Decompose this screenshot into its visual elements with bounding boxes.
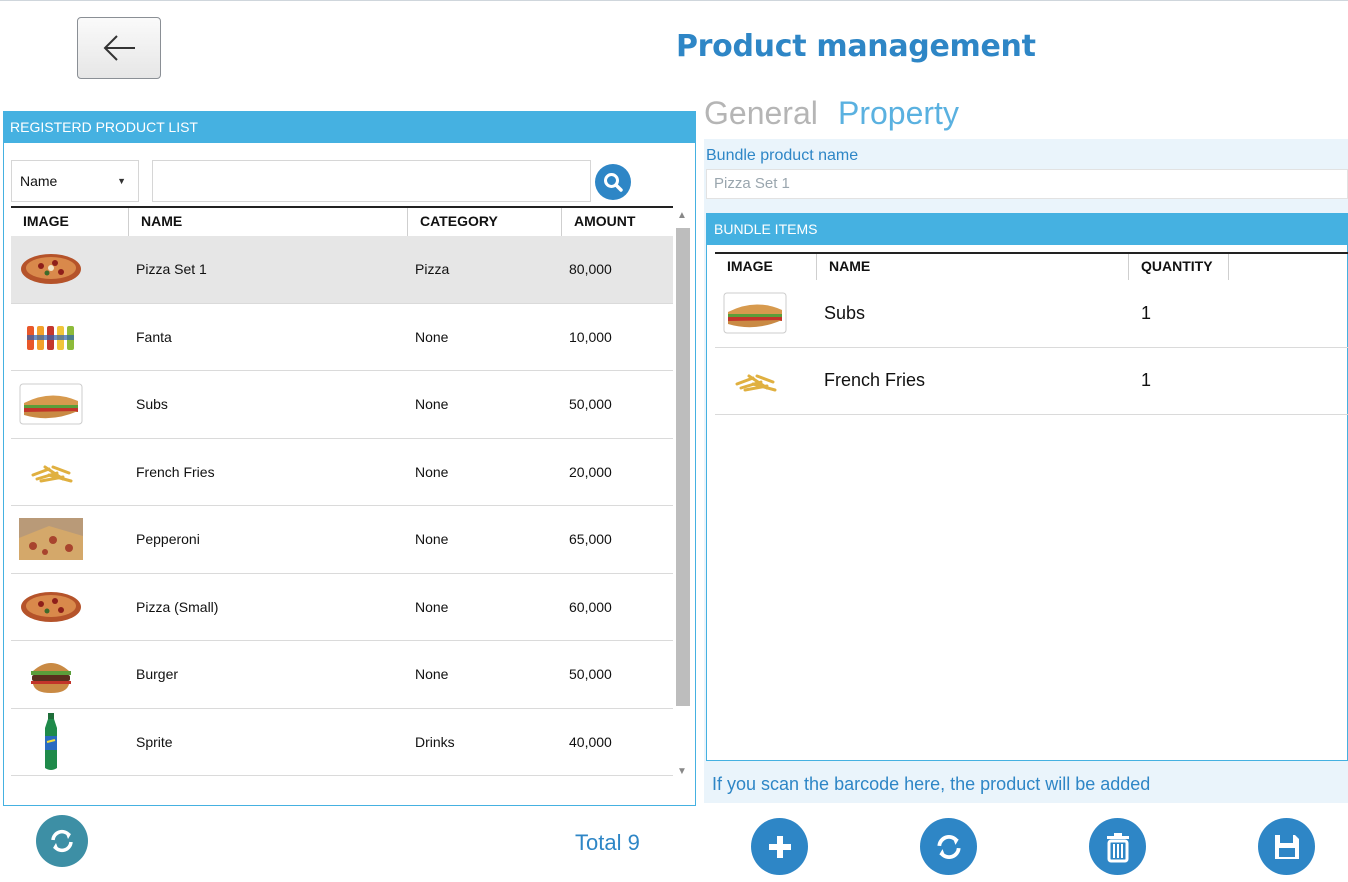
product-management-screen: Product management REGISTERD PRODUCT LIS…	[0, 0, 1348, 882]
burger-thumbnail-icon	[31, 663, 71, 694]
bundle-table-body: Subs 1 French Fries 1	[715, 280, 1348, 415]
product-category: Pizza	[415, 261, 450, 278]
bundle-name-label: Bundle product name	[706, 147, 859, 164]
filter-field-select[interactable]: Name ▼	[11, 160, 139, 202]
column-header-category[interactable]: CATEGORY	[408, 208, 562, 236]
product-amount: 10,000	[569, 328, 612, 345]
pizza-thumbnail-icon	[21, 254, 81, 285]
table-row[interactable]: Fanta None 10,000	[11, 304, 673, 371]
table-row[interactable]: French Fries None 20,000	[11, 439, 673, 506]
bundle-item-name: French Fries	[824, 370, 926, 391]
filter-selected-value: Name	[20, 173, 58, 189]
plus-icon	[768, 835, 791, 858]
column-header-name[interactable]: NAME	[817, 254, 1129, 280]
column-header-image[interactable]: IMAGE	[715, 254, 817, 280]
search-input[interactable]	[152, 160, 591, 202]
product-amount: 50,000	[569, 396, 612, 413]
product-name: Burger	[136, 666, 179, 683]
product-category: None	[415, 531, 449, 548]
table-row[interactable]: Pizza Set 1 Pizza 80,000	[11, 236, 673, 304]
table-row[interactable]: Sprite Drinks 40,000	[11, 709, 673, 776]
vertical-scrollbar[interactable]: ▲ ▼	[675, 210, 692, 780]
search-icon	[604, 173, 623, 192]
product-table-body: Pizza Set 1 Pizza 80,000 Fanta None 10,0…	[11, 236, 673, 776]
product-amount: 60,000	[569, 598, 612, 615]
arrow-left-icon	[103, 35, 135, 61]
product-amount: 20,000	[569, 463, 612, 480]
column-header-image[interactable]: IMAGE	[11, 208, 129, 236]
scroll-up-icon[interactable]: ▲	[677, 210, 687, 221]
product-amount: 50,000	[569, 666, 612, 683]
fanta-bottles-thumbnail-icon	[27, 325, 74, 350]
refresh-list-button[interactable]	[36, 815, 88, 867]
product-table: IMAGE NAME CATEGORY AMOUNT Pizza Set 1 P…	[11, 206, 694, 882]
bundle-item-name: Subs	[824, 302, 866, 323]
tab-property[interactable]: Property	[838, 95, 959, 132]
product-name: French Fries	[136, 463, 215, 480]
floppy-disk-icon	[1274, 834, 1299, 859]
search-button[interactable]	[595, 164, 631, 200]
product-amount: 80,000	[569, 261, 612, 278]
back-button[interactable]	[77, 17, 161, 79]
product-name: Pizza (Small)	[136, 598, 219, 615]
add-button[interactable]	[751, 818, 808, 875]
bundle-item-quantity: 1	[1141, 370, 1152, 391]
scroll-down-icon[interactable]: ▼	[677, 766, 687, 777]
table-row[interactable]: Subs 1	[715, 280, 1348, 348]
page-title: Product management	[676, 29, 1036, 64]
product-name: Fanta	[136, 328, 172, 345]
refresh-button[interactable]	[920, 818, 977, 875]
product-amount: 40,000	[569, 733, 612, 750]
product-name: Pepperoni	[136, 531, 200, 548]
sub-sandwich-thumbnail-icon	[19, 383, 83, 425]
bundle-item-quantity: 1	[1141, 302, 1152, 323]
product-amount: 65,000	[569, 531, 612, 548]
refresh-icon	[51, 829, 73, 853]
bottom-toolbar: Total 9	[0, 806, 1348, 882]
table-row[interactable]: Burger None 50,000	[11, 641, 673, 709]
pepperoni-pizza-thumbnail-icon	[19, 518, 83, 561]
french-fries-thumbnail-icon	[735, 374, 777, 392]
sub-sandwich-thumbnail-icon	[723, 292, 787, 334]
column-header-name[interactable]: NAME	[129, 208, 408, 236]
dropdown-caret-icon: ▼	[117, 176, 126, 186]
french-fries-thumbnail-icon	[31, 465, 73, 483]
product-category: None	[415, 666, 449, 683]
product-category: Drinks	[415, 733, 455, 750]
product-name: Pizza Set 1	[136, 261, 207, 278]
product-category: None	[415, 463, 449, 480]
table-row[interactable]: Pepperoni None 65,000	[11, 506, 673, 574]
sprite-bottle-thumbnail-icon	[45, 712, 57, 770]
barcode-scan-hint: If you scan the barcode here, the produc…	[712, 774, 1151, 794]
scroll-thumb[interactable]	[676, 228, 690, 706]
bundle-items-panel: BUNDLE ITEMS IMAGE NAME QUANTITY Subs 1 …	[706, 213, 1348, 761]
tab-general[interactable]: General	[704, 95, 818, 132]
bundle-items-title: BUNDLE ITEMS	[707, 214, 1347, 245]
save-button[interactable]	[1258, 818, 1315, 875]
bundle-table-header: IMAGE NAME QUANTITY	[715, 252, 1348, 280]
product-table-header: IMAGE NAME CATEGORY AMOUNT	[11, 206, 673, 236]
pizza-thumbnail-icon	[21, 591, 81, 622]
column-header-quantity[interactable]: QUANTITY	[1129, 254, 1229, 280]
table-row[interactable]: Subs None 50,000	[11, 371, 673, 439]
product-list-panel: REGISTERD PRODUCT LIST Name ▼ IMAGE NAME…	[3, 111, 696, 882]
product-list-title: REGISTERD PRODUCT LIST	[4, 112, 695, 143]
product-name: Subs	[136, 396, 168, 413]
product-name: Sprite	[136, 733, 173, 750]
bundle-name-field[interactable]: Pizza Set 1	[706, 169, 1348, 199]
bundle-detail-panel: Bundle product name Pizza Set 1 BUNDLE I…	[704, 139, 1348, 803]
total-count: Total 9	[575, 830, 640, 855]
delete-button[interactable]	[1089, 818, 1146, 875]
product-category: None	[415, 328, 449, 345]
table-row[interactable]: French Fries 1	[715, 348, 1348, 415]
product-category: None	[415, 598, 449, 615]
table-row[interactable]: Pizza (Small) None 60,000	[11, 574, 673, 641]
column-header-amount[interactable]: AMOUNT	[562, 208, 672, 236]
product-category: None	[415, 396, 449, 413]
refresh-icon	[936, 834, 961, 859]
trash-icon	[1106, 832, 1129, 862]
